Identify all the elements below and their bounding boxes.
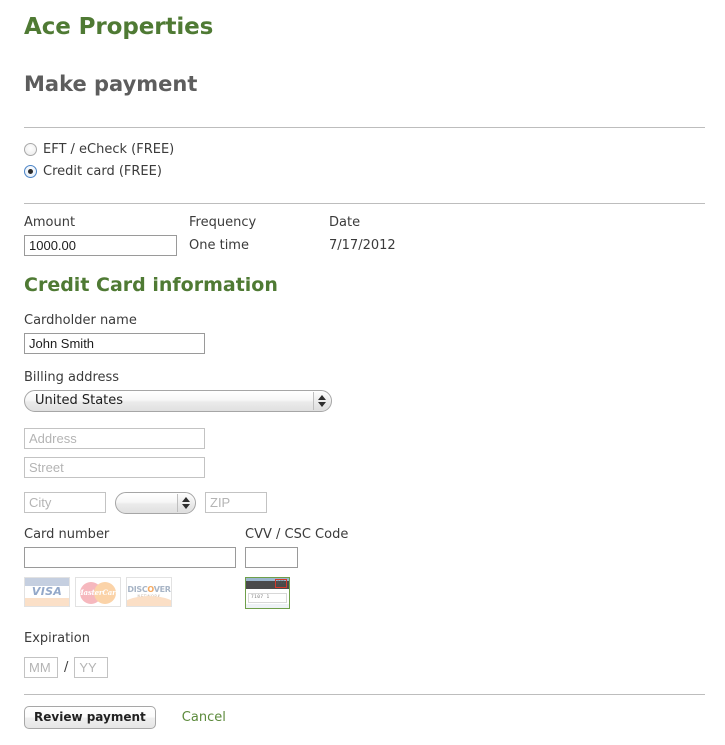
amount-label: Amount xyxy=(24,214,76,230)
cardholder-name-label: Cardholder name xyxy=(24,312,137,328)
payment-method-group: EFT / eCheck (FREE) Credit card (FREE) xyxy=(24,128,705,183)
credit-card-section-title: Credit Card information xyxy=(24,273,278,296)
country-select[interactable]: United States xyxy=(24,389,332,412)
accepted-card-logos: VISA MasterCard DISCOVER NETWORK xyxy=(24,568,245,607)
cvv-label: CVV / CSC Code xyxy=(245,526,349,542)
footer-actions: Review payment Cancel xyxy=(24,695,705,729)
expiration-year-input[interactable] xyxy=(74,656,109,678)
radio-eft-icon[interactable] xyxy=(24,143,37,157)
date-value: 7/17/2012 xyxy=(329,237,396,253)
date-column: Date 7/17/2012 xyxy=(329,215,489,257)
expiration-block: Expiration / xyxy=(24,609,705,678)
discover-word-post: VER xyxy=(153,584,171,594)
cvv-column: CVV / CSC Code 7107 1 032 xyxy=(245,527,445,609)
payment-method-eft-label: EFT / eCheck (FREE) xyxy=(43,142,175,158)
payment-page: Ace Properties Make payment EFT / eCheck… xyxy=(0,0,725,729)
cvv-card-bottom-edge xyxy=(246,603,289,608)
mastercard-wordmark: MasterCard xyxy=(76,587,121,597)
cancel-link[interactable]: Cancel xyxy=(182,710,226,725)
expiration-label: Expiration xyxy=(24,630,90,646)
city-input[interactable] xyxy=(24,492,106,514)
zip-input[interactable] xyxy=(205,492,267,514)
state-select[interactable] xyxy=(115,491,196,514)
expiration-row: / xyxy=(24,651,705,678)
brand-title: Ace Properties xyxy=(24,14,214,40)
card-number-input[interactable] xyxy=(24,546,236,568)
discover-icon: DISCOVER NETWORK xyxy=(126,576,172,607)
expiration-month-input[interactable] xyxy=(24,656,58,678)
cvv-signature-digits: 7107 1 xyxy=(251,595,270,601)
amount-input[interactable] xyxy=(24,234,177,256)
visa-wordmark: VISA xyxy=(31,585,63,599)
visa-bottom-band xyxy=(25,597,69,606)
card-number-label: Card number xyxy=(24,526,110,542)
address-input[interactable] xyxy=(24,427,205,449)
mastercard-icon: MasterCard xyxy=(75,576,121,607)
street-input[interactable] xyxy=(24,456,205,478)
amount-column: Amount xyxy=(24,215,189,257)
chevron-down-icon xyxy=(318,401,326,407)
city-state-zip-row xyxy=(24,478,705,514)
cardholder-name-input[interactable] xyxy=(24,332,205,354)
discover-word-pre: DISC xyxy=(127,584,148,594)
frequency-value: One time xyxy=(189,237,249,253)
cvv-highlight-box: 032 xyxy=(274,578,287,588)
frequency-label: Frequency xyxy=(189,214,257,230)
payment-summary-row: Amount Frequency One time Date 7/17/2012 xyxy=(24,204,705,257)
page-title: Make payment xyxy=(24,71,198,96)
billing-address-label: Billing address xyxy=(24,369,120,385)
review-payment-button[interactable]: Review payment xyxy=(24,705,156,729)
payment-method-credit-card[interactable]: Credit card (FREE) xyxy=(24,161,705,183)
payment-method-credit-card-label: Credit card (FREE) xyxy=(43,164,162,180)
radio-credit-card-icon[interactable] xyxy=(24,165,37,179)
payment-method-eft[interactable]: EFT / eCheck (FREE) xyxy=(24,139,705,161)
cvv-location-icon: 7107 1 032 xyxy=(245,576,290,609)
cvv-help-image-wrap: 7107 1 032 xyxy=(245,568,445,609)
expiration-separator: / xyxy=(64,659,69,675)
country-select-stepper-icon[interactable] xyxy=(313,391,330,410)
discover-swoosh xyxy=(127,595,171,606)
date-label: Date xyxy=(329,214,361,230)
card-number-column: Card number VISA MasterCard DISCOVER NET… xyxy=(24,527,245,609)
visa-icon: VISA xyxy=(24,576,70,607)
country-select-value: United States xyxy=(35,392,124,408)
card-number-row: Card number VISA MasterCard DISCOVER NET… xyxy=(24,514,705,609)
cvv-input[interactable] xyxy=(245,546,298,568)
chevron-up-icon xyxy=(318,394,326,400)
chevron-down-icon xyxy=(182,503,190,509)
frequency-column: Frequency One time xyxy=(189,215,329,257)
cvv-signature-panel: 7107 1 xyxy=(248,592,287,603)
chevron-up-icon xyxy=(182,496,190,502)
state-select-stepper-icon[interactable] xyxy=(177,493,194,512)
discover-wordmark: DISCOVER xyxy=(127,585,171,594)
